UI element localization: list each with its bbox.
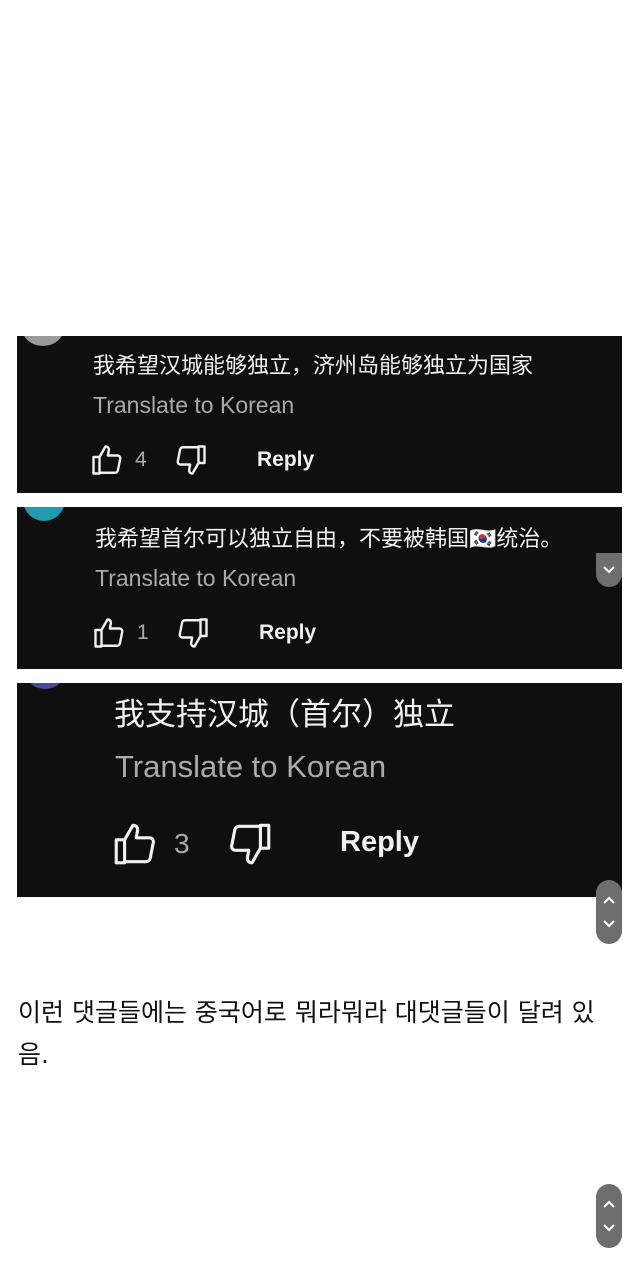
thumbs-down-icon [230, 823, 271, 865]
thumbs-up-icon [92, 445, 122, 475]
scroll-buttons[interactable] [596, 1184, 622, 1248]
comment-text: 我支持汉城（首尔）独立 [114, 697, 455, 733]
translate-link[interactable]: Translate to Korean [115, 749, 386, 785]
like-count: 1 [137, 621, 149, 644]
like-button[interactable]: 4 [89, 442, 147, 478]
dislike-button[interactable] [225, 819, 275, 869]
scroll-buttons[interactable] [596, 880, 622, 944]
comment-text: 我希望汉城能够独立，济州岛能够独立为国家 [93, 354, 534, 379]
reply-button[interactable]: Reply [257, 448, 314, 472]
translate-link[interactable]: Translate to Korean [93, 392, 294, 419]
like-count: 4 [135, 448, 147, 471]
like-button[interactable]: 1 [91, 615, 149, 651]
chevron-down-icon [603, 566, 615, 574]
comment-screenshot-3: 我支持汉城（首尔）独立 Translate to Korean 3 Reply [17, 683, 622, 897]
comment-screenshot-1: 我希望汉城能够独立，济州岛能够独立为国家 Translate to Korean… [17, 336, 622, 493]
thumbs-up-icon [94, 618, 124, 648]
collapse-toggle[interactable] [596, 553, 622, 587]
thumbs-up-icon [114, 823, 155, 865]
commenter-avatar[interactable] [23, 507, 65, 521]
like-button[interactable]: 3 [110, 819, 190, 869]
commenter-avatar[interactable] [22, 336, 64, 346]
dislike-button[interactable] [175, 615, 211, 651]
reply-button[interactable]: Reply [340, 826, 419, 859]
chevron-down-icon[interactable] [602, 919, 616, 929]
reply-button[interactable]: Reply [259, 621, 316, 645]
chevron-up-icon[interactable] [602, 1199, 616, 1209]
thumbs-down-icon [176, 445, 206, 475]
comment-screenshot-2: 我希望首尔可以独立自由，不要被韩国🇰🇷统治。 Translate to Kore… [17, 507, 622, 669]
chevron-down-icon[interactable] [602, 1223, 616, 1233]
commenter-avatar[interactable] [23, 683, 67, 689]
translate-link[interactable]: Translate to Korean [95, 565, 296, 592]
comment-text: 我希望首尔可以独立自由，不要被韩国🇰🇷统治。 [95, 527, 563, 552]
like-count: 3 [174, 828, 190, 859]
chevron-up-icon[interactable] [602, 895, 616, 905]
thumbs-down-icon [178, 618, 208, 648]
post-caption: 이런 댓글들에는 중국어로 뭐라뭐라 대댓글들이 달려 있음. [18, 998, 595, 1069]
dislike-button[interactable] [173, 442, 209, 478]
